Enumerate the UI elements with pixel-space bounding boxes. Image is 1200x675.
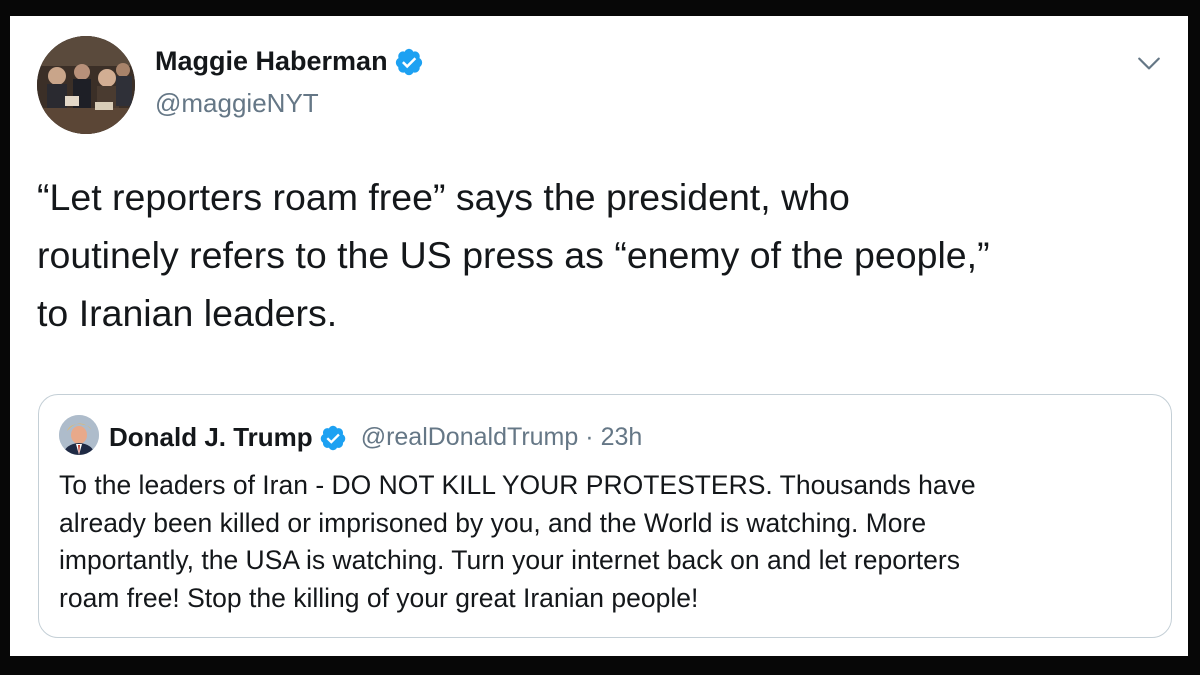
verified-badge-icon xyxy=(320,425,345,450)
tweet-card[interactable]: Maggie Haberman @maggieNYT “Let reporter… xyxy=(10,16,1188,656)
separator-dot: · xyxy=(585,423,594,451)
quoted-text-line: importantly, the USA is watching. Turn y… xyxy=(59,545,960,575)
quoted-tweet[interactable]: Donald J. Trump @realDonaldTrump · 23h T… xyxy=(38,394,1172,638)
quoted-tweet-timestamp[interactable]: 23h xyxy=(601,423,643,452)
quoted-tweet-text: To the leaders of Iran - DO NOT KILL YOU… xyxy=(59,467,1159,617)
tweet-text: “Let reporters roam free” says the presi… xyxy=(37,168,1167,342)
author-avatar[interactable] xyxy=(37,36,135,134)
author-name-row[interactable]: Maggie Haberman xyxy=(155,46,424,77)
quoted-text-line: To the leaders of Iran - DO NOT KILL YOU… xyxy=(59,470,976,500)
author-handle[interactable]: @maggieNYT xyxy=(155,88,319,119)
verified-badge-icon xyxy=(395,48,422,75)
tweet-text-line: to Iranian leaders. xyxy=(37,292,338,334)
quoted-text-line: already been killed or imprisoned by you… xyxy=(59,507,927,538)
quoted-tweet-header: Donald J. Trump @realDonaldTrump · 23h xyxy=(109,422,642,453)
author-name[interactable]: Maggie Haberman xyxy=(155,46,388,77)
tweet-text-line: “Let reporters roam free” says the presi… xyxy=(37,176,850,218)
quoted-author-avatar[interactable] xyxy=(59,415,99,455)
tweet-text-line: routinely refers to the US press as “ene… xyxy=(37,234,990,276)
quoted-text-line: roam free! Stop the killing of your grea… xyxy=(59,582,699,613)
chevron-down-icon[interactable] xyxy=(1136,50,1162,76)
quoted-author-name[interactable]: Donald J. Trump xyxy=(109,422,313,453)
quoted-author-handle[interactable]: @realDonaldTrump xyxy=(361,423,579,452)
